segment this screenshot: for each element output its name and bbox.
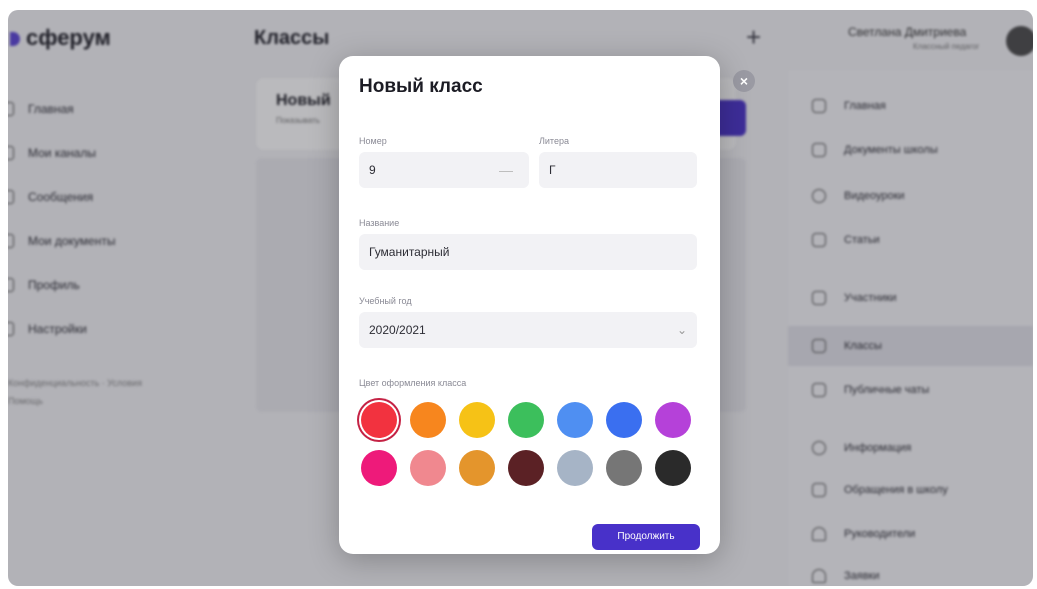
color-swatch[interactable] bbox=[459, 450, 495, 486]
color-swatch[interactable] bbox=[655, 402, 691, 438]
new-class-dialog: Новый класс Номер 9 — Литера Г Название … bbox=[339, 56, 720, 554]
name-value: Гуманитарный bbox=[369, 245, 450, 259]
chevron-down-icon: ⌄ bbox=[676, 323, 687, 337]
year-select[interactable]: 2020/2021 ⌄ bbox=[359, 312, 697, 348]
number-field[interactable]: 9 — bbox=[359, 152, 529, 188]
color-swatch[interactable] bbox=[606, 450, 642, 486]
letter-value: Г bbox=[549, 163, 556, 177]
color-swatch[interactable] bbox=[606, 402, 642, 438]
color-swatch[interactable] bbox=[410, 402, 446, 438]
letter-label: Литера bbox=[539, 136, 569, 146]
app-window: сферум Классы + Светлана Дмитриева Класс… bbox=[8, 10, 1033, 586]
color-swatch[interactable] bbox=[508, 450, 544, 486]
color-swatch[interactable] bbox=[557, 450, 593, 486]
color-swatch[interactable] bbox=[557, 402, 593, 438]
color-label: Цвет оформления класса bbox=[359, 378, 467, 388]
name-label: Название bbox=[359, 218, 400, 228]
color-swatch[interactable] bbox=[361, 450, 397, 486]
color-swatch[interactable] bbox=[508, 402, 544, 438]
number-label: Номер bbox=[359, 136, 387, 146]
color-swatch[interactable] bbox=[361, 402, 397, 438]
name-field[interactable]: Гуманитарный bbox=[359, 234, 697, 270]
number-value: 9 bbox=[369, 163, 376, 177]
color-swatch[interactable] bbox=[655, 450, 691, 486]
close-icon[interactable]: × bbox=[733, 70, 755, 92]
dialog-title: Новый класс bbox=[359, 76, 483, 97]
letter-field[interactable]: Г bbox=[539, 152, 697, 188]
color-swatch[interactable] bbox=[410, 450, 446, 486]
color-swatch[interactable] bbox=[459, 402, 495, 438]
field-divider: — bbox=[499, 162, 513, 178]
year-label: Учебный год bbox=[359, 296, 412, 306]
continue-button[interactable]: Продолжить bbox=[592, 524, 700, 550]
year-value: 2020/2021 bbox=[369, 323, 426, 337]
